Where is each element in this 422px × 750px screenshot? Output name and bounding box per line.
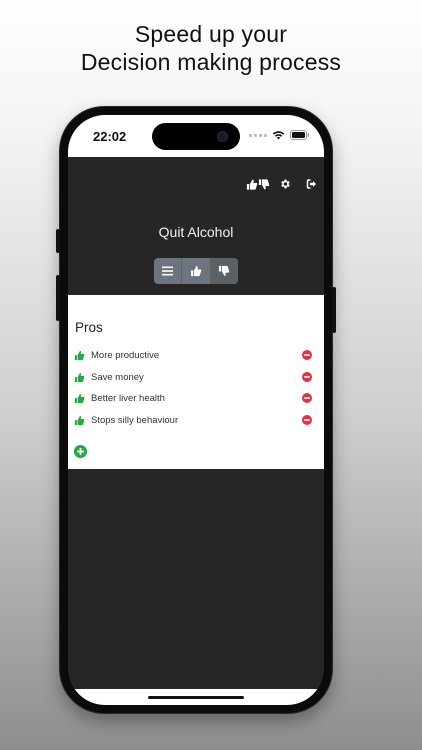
cons-view-button[interactable] xyxy=(210,258,238,284)
top-toolbar xyxy=(243,175,324,193)
thumbs-up-icon xyxy=(74,371,86,383)
battery-icon xyxy=(290,130,310,140)
pros-cons-icon[interactable] xyxy=(246,175,270,193)
wifi-icon xyxy=(272,131,285,140)
pros-card: Pros More productive Save money Better l… xyxy=(68,295,324,469)
pro-item-label: More productive xyxy=(91,350,160,362)
pros-view-button[interactable] xyxy=(182,258,211,284)
list-item: More productive xyxy=(74,345,312,367)
list-item: Better liver health xyxy=(74,388,312,410)
camera-icon xyxy=(217,131,228,142)
phone-action-button xyxy=(56,229,60,253)
decision-title: Quit Alcohol xyxy=(158,224,234,240)
list-item: Save money xyxy=(74,367,312,389)
gear-icon[interactable] xyxy=(273,175,297,193)
list-item: Stops silly behaviour xyxy=(74,410,312,432)
phone-volume-button xyxy=(56,275,60,321)
thumbs-up-icon xyxy=(190,266,202,277)
pro-item-label: Stops silly behaviour xyxy=(91,414,179,426)
status-bar: 22:02 xyxy=(68,115,324,157)
thumbs-up-icon xyxy=(74,350,86,362)
home-indicator[interactable] xyxy=(148,696,244,699)
status-icons xyxy=(249,130,310,140)
headline-line-1: Speed up your xyxy=(134,21,288,47)
phone-frame: 22:02 Quit Alcohol Pros More productive … xyxy=(56,107,336,713)
list-icon xyxy=(162,266,174,276)
view-switch xyxy=(154,258,238,284)
pros-heading: Pros xyxy=(75,320,103,335)
phone-power-button xyxy=(332,287,336,333)
add-pro-button[interactable] xyxy=(74,445,87,458)
thumbs-up-icon xyxy=(74,393,86,405)
cellular-icon xyxy=(249,133,267,137)
dynamic-island xyxy=(152,123,240,150)
status-time: 22:02 xyxy=(93,129,127,144)
remove-item-button[interactable] xyxy=(302,350,312,360)
pro-item-label: Save money xyxy=(91,371,144,383)
remove-item-button[interactable] xyxy=(302,371,312,382)
remove-item-button[interactable] xyxy=(302,393,312,403)
headline-line-2: Decision making process xyxy=(80,49,342,75)
list-view-button[interactable] xyxy=(154,258,183,284)
pro-item-label: Better liver health xyxy=(91,393,165,405)
marketing-headline: Speed up your Decision making process xyxy=(0,20,422,76)
sign-out-icon[interactable] xyxy=(300,175,324,193)
thumbs-up-icon xyxy=(74,414,86,426)
app-screen: 22:02 Quit Alcohol Pros More productive … xyxy=(68,115,324,705)
remove-item-button[interactable] xyxy=(302,414,312,425)
thumbs-down-icon xyxy=(219,265,230,276)
home-area xyxy=(68,689,324,705)
pros-list: More productive Save money Better liver … xyxy=(74,345,312,431)
